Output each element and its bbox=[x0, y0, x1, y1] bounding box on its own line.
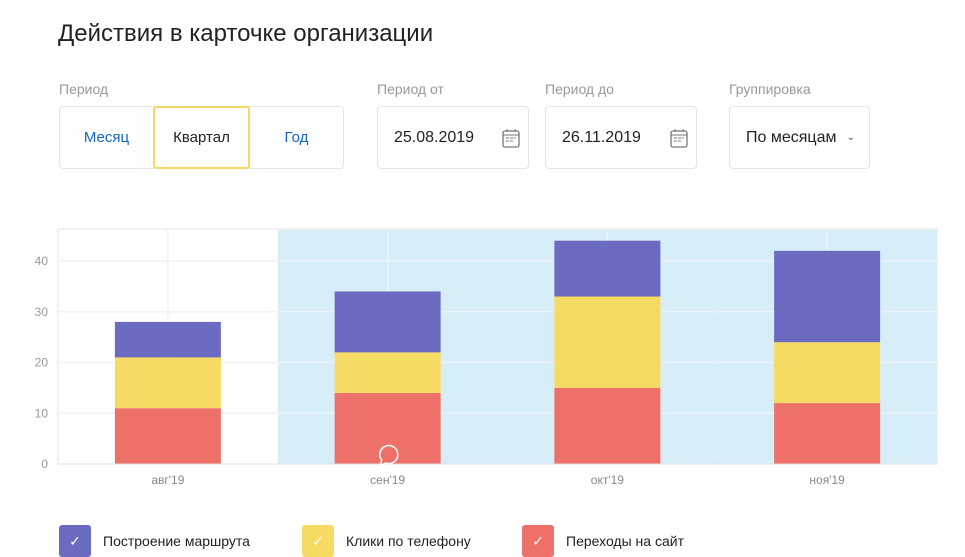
x-tick-label: ноя'19 bbox=[809, 473, 845, 487]
legend-item-route[interactable]: ✓ Построение маршрута bbox=[59, 525, 250, 557]
x-tick-label: авг'19 bbox=[151, 473, 184, 487]
bar-segment bbox=[114, 321, 221, 358]
x-tick-label: окт'19 bbox=[591, 473, 625, 487]
legend-label: Клики по телефону bbox=[346, 533, 471, 549]
bar-segment bbox=[334, 392, 441, 464]
bar-segment bbox=[774, 342, 881, 404]
bar-segment bbox=[334, 352, 441, 393]
bar-segment bbox=[554, 387, 661, 464]
bar-segment bbox=[114, 357, 221, 409]
bar-segment bbox=[554, 240, 661, 297]
bar-segment bbox=[334, 291, 441, 353]
bar-segment bbox=[554, 296, 661, 388]
stacked-bar-chart: 0 10 20 30 40 авг'19 сен'19 окт'19 ноя'19 bbox=[35, 228, 938, 487]
y-tick-label: 0 bbox=[41, 457, 48, 471]
y-tick-label: 20 bbox=[35, 356, 49, 370]
x-tick-label: сен'19 bbox=[370, 473, 405, 487]
bar-segment bbox=[114, 408, 221, 464]
y-tick-label: 10 bbox=[35, 406, 49, 420]
bar-segment bbox=[774, 250, 881, 343]
y-tick-label: 40 bbox=[35, 254, 49, 268]
checkbox-check-icon[interactable]: ✓ bbox=[302, 525, 334, 557]
legend-item-site[interactable]: ✓ Переходы на сайт bbox=[522, 525, 684, 557]
bar-segment bbox=[774, 403, 881, 464]
checkbox-check-icon[interactable]: ✓ bbox=[522, 525, 554, 557]
y-tick-label: 30 bbox=[35, 305, 49, 319]
legend-item-calls[interactable]: ✓ Клики по телефону bbox=[302, 525, 471, 557]
legend-label: Построение маршрута bbox=[103, 533, 250, 549]
legend-label: Переходы на сайт bbox=[566, 533, 684, 549]
checkbox-check-icon[interactable]: ✓ bbox=[59, 525, 91, 557]
